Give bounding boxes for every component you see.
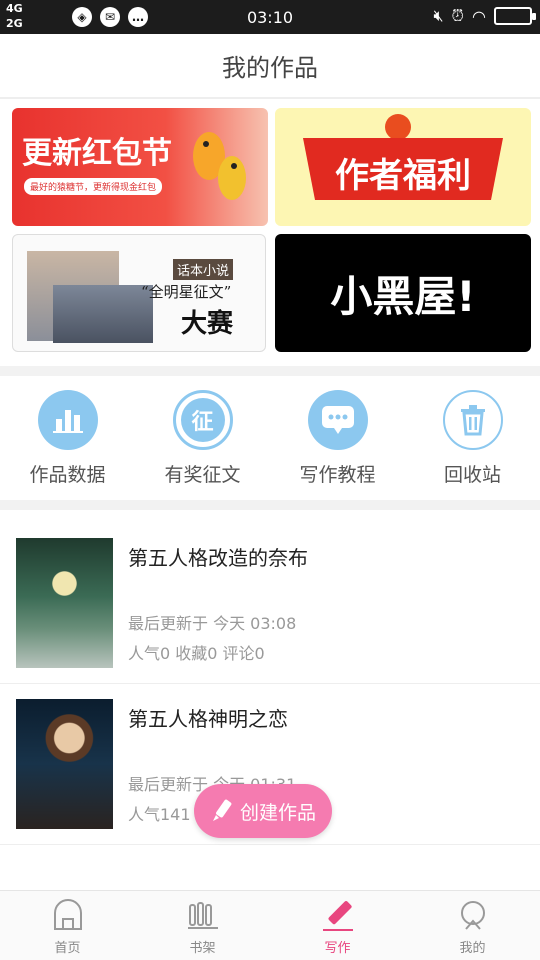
contest-name: “全明星征文”: [141, 283, 232, 301]
contest-big-label: 大赛: [181, 309, 234, 339]
work-updated: 最后更新于 今天 03:08: [128, 614, 297, 633]
action-contest[interactable]: 征 有奖征文: [135, 384, 270, 487]
mute-icon: 🔇︎: [433, 6, 444, 25]
work-cover: [16, 699, 113, 829]
screen: 4G 2G ◈ ✉ … 03:10 🔇︎ ⏰︎ ◠ 我的作品 更新红包节 最好的…: [0, 0, 540, 960]
work-stats: 人气141: [128, 805, 191, 824]
work-title: 第五人格神明之恋: [128, 707, 288, 731]
contest-tag: 话本小说: [173, 259, 234, 280]
tab-writing[interactable]: 写作: [270, 891, 405, 960]
battery-icon: [494, 7, 536, 25]
bar-chart-icon: [37, 390, 98, 450]
work-stats: 人气0 收藏0 评论0: [128, 644, 265, 663]
tab-label: 我的: [459, 941, 486, 956]
chat-bubble-icon: [307, 390, 368, 450]
red-packet-title: 更新红包节: [22, 136, 172, 171]
action-tutorial[interactable]: 写作教程: [270, 384, 405, 487]
pen-icon: [322, 901, 353, 931]
tab-label: 写作: [324, 941, 351, 956]
divider: [0, 366, 540, 376]
black-room-title: 小黑屋!: [330, 271, 476, 321]
work-title: 第五人格改造的奈布: [128, 546, 308, 570]
action-label: 回收站: [443, 464, 501, 486]
author-welfare-title: 作者福利: [335, 156, 471, 196]
home-icon: [53, 899, 82, 930]
group-photo: [53, 285, 153, 343]
status-bar: 4G 2G ◈ ✉ … 03:10 🔇︎ ⏰︎ ◠: [0, 0, 540, 34]
action-label: 写作教程: [299, 464, 376, 486]
divider: [0, 500, 540, 510]
money-bag-icon: [385, 114, 411, 140]
quick-actions: 作品数据 征 有奖征文 写作教程 回收站: [0, 384, 540, 500]
create-work-label: 创建作品: [240, 801, 317, 824]
page-title: 我的作品: [0, 34, 540, 99]
list-item[interactable]: 第五人格改造的奈布 最后更新于 今天 03:08 人气0 收藏0 评论0: [0, 524, 540, 684]
tab-bookshelf[interactable]: 书架: [135, 891, 270, 960]
contest-banner[interactable]: 话本小说 “全明星征文” 大赛: [12, 234, 266, 352]
tab-home[interactable]: 首页: [0, 891, 135, 960]
alarm-icon: ⏰︎: [451, 6, 465, 25]
author-welfare-banner[interactable]: 作者福利: [275, 108, 531, 226]
profile-icon: [460, 901, 485, 930]
red-packet-banner[interactable]: 更新红包节 最好的猿糖节，更新得现金红包: [12, 108, 268, 226]
koi-fish-illustration: [193, 132, 246, 200]
wifi-icon: ◠: [472, 6, 486, 26]
action-label: 有奖征文: [164, 464, 241, 486]
trash-icon: [442, 390, 503, 450]
action-recycle-bin[interactable]: 回收站: [405, 384, 540, 487]
tab-profile[interactable]: 我的: [405, 891, 540, 960]
pencil-icon: [213, 799, 232, 821]
bottom-tab-bar: 首页 书架 写作 我的: [0, 890, 540, 960]
work-cover: [16, 538, 113, 668]
bookshelf-icon: [187, 902, 218, 929]
tab-label: 书架: [189, 941, 216, 956]
action-label: 作品数据: [29, 464, 106, 486]
contest-icon: 征: [172, 390, 233, 450]
create-work-button[interactable]: 创建作品: [194, 784, 332, 838]
red-packet-subtitle: 最好的猿糖节，更新得现金红包: [24, 178, 163, 195]
black-room-banner[interactable]: 小黑屋!: [275, 234, 531, 352]
action-works-data[interactable]: 作品数据: [0, 384, 135, 487]
tab-label: 首页: [54, 941, 81, 956]
